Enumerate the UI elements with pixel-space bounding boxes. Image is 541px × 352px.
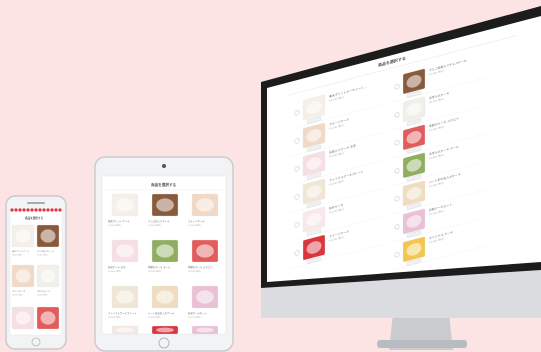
tablet-camera xyxy=(162,164,166,168)
header-decoration xyxy=(22,208,26,212)
tablet-product-thumb xyxy=(191,285,219,309)
tablet-product-thumb xyxy=(151,325,179,335)
tablet-product-thumb xyxy=(191,193,219,217)
tablet-product-thumb xyxy=(111,285,139,309)
device-mockup-stage: 商品を選択する 楽天プリントケーキラージ… ¥3,500 (税込) フルーツケーキ ¥3… xyxy=(0,0,541,352)
tablet-product-card[interactable]: ファイナルケーキプレート¥3,500 (税込) xyxy=(108,285,139,319)
header-decoration xyxy=(58,208,62,212)
header-decoration xyxy=(46,208,50,212)
phone-product-thumb xyxy=(36,224,60,248)
header-decoration xyxy=(54,208,58,212)
tablet-product-card[interactable]: ハート形の名入れケーキ¥3,500 (税込) xyxy=(148,285,179,319)
header-decoration xyxy=(18,208,22,212)
header-decoration xyxy=(42,208,46,212)
tablet-product-name: 楽天プリントケーキ xyxy=(108,219,130,223)
tablet-product-thumb xyxy=(151,193,179,217)
tablet-product-thumb xyxy=(111,325,139,335)
header-decoration xyxy=(50,208,54,212)
tablet-product-name: 季節のケーキ ホール xyxy=(148,265,171,269)
tablet-product-thumb xyxy=(191,325,219,335)
header-decoration xyxy=(34,208,38,212)
phone-product-thumb xyxy=(36,306,60,330)
tablet-product-thumb xyxy=(111,239,139,263)
phone-product-thumb xyxy=(11,264,35,288)
header-decoration xyxy=(14,208,18,212)
tablet-product-thumb xyxy=(191,239,219,263)
tablet-product-thumb xyxy=(111,193,139,217)
tablet-product-name: 名前ケーキセット xyxy=(188,311,208,315)
tablet-product-thumb xyxy=(151,285,179,309)
tablet-screen-content: 商品を選択する楽天プリントケーキ¥3,500 (税込)チョコ名入りケーキ¥3,5… xyxy=(106,182,222,335)
header-decoration xyxy=(26,208,30,212)
header-decoration xyxy=(38,208,42,212)
tablet-product-name: フルーツケーキ xyxy=(188,219,205,223)
phone-product-thumb xyxy=(11,306,35,330)
phone-device: 商品を選択する楽天プリントケーキ¥3,500 (税込)チョコ名入りケーキ¥3,5… xyxy=(5,195,67,350)
phone-product-thumb xyxy=(11,224,35,248)
header-decoration xyxy=(30,208,34,212)
header-decoration xyxy=(10,208,14,212)
tablet-product-name: ハート形の名入れケーキ xyxy=(148,311,175,315)
tablet-product-name: 名前ケーキ 文字 xyxy=(108,265,126,269)
phone-speaker xyxy=(27,202,45,204)
phone-product-thumb xyxy=(36,264,60,288)
tablet-product-name: チョコ名入りケーキ xyxy=(148,219,170,223)
tablet-product-thumb xyxy=(151,239,179,263)
tablet-product-name: 季節のケーキ スクエア xyxy=(188,265,213,269)
tablet-device: 商品を選択する楽天プリントケーキ¥3,500 (税込)チョコ名入りケーキ¥3,5… xyxy=(94,156,234,352)
desktop-monitor: 商品を選択する楽天プリントケーキラージ…¥3,500 (税込)フルーツケーキ¥3… xyxy=(261,6,541,350)
phone-page-title: 商品を選択する xyxy=(25,216,44,220)
monitor-base xyxy=(377,340,467,348)
tablet-page-title: 商品を選択する xyxy=(151,182,177,187)
tablet-product-name: ファイナルケーキプレート xyxy=(108,311,137,315)
